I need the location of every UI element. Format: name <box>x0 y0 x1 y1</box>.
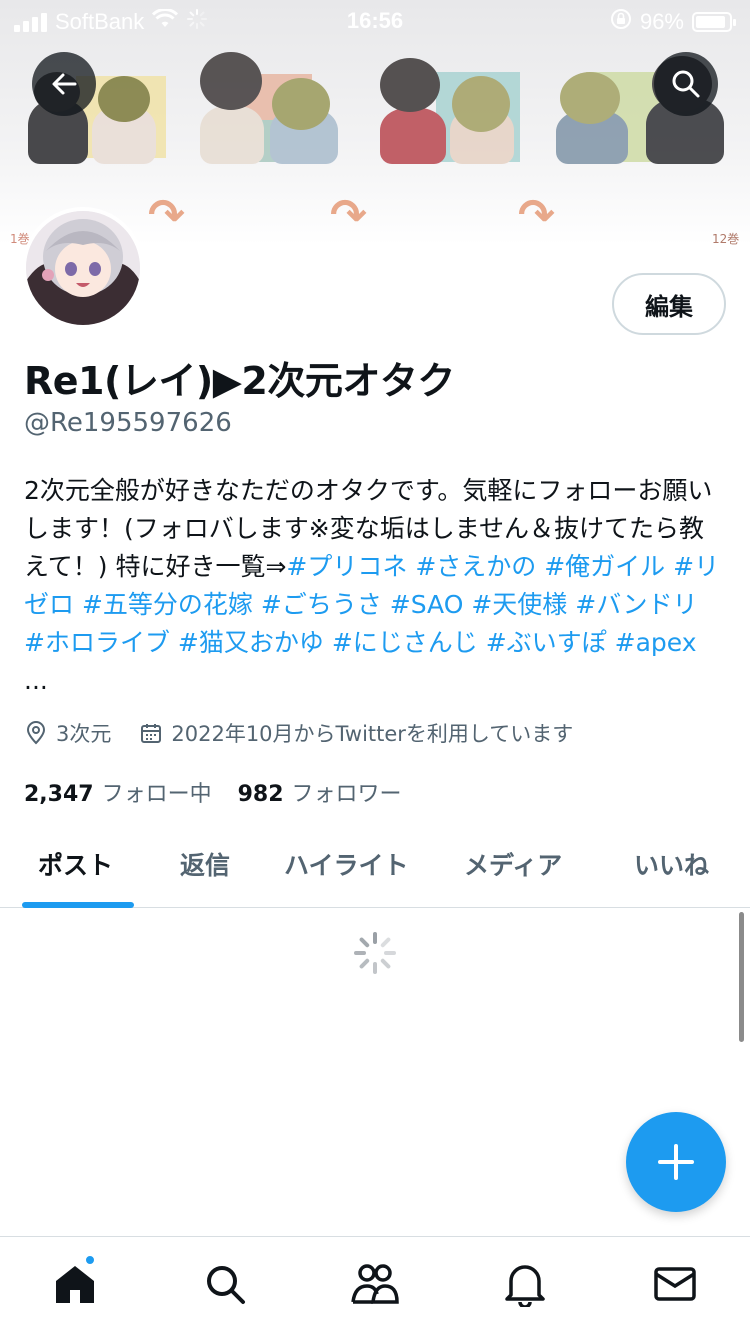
hashtag-link[interactable]: #apex <box>615 628 697 657</box>
nav-messages[interactable] <box>650 1259 700 1309</box>
scrollbar[interactable] <box>739 912 744 1042</box>
search-button[interactable] <box>654 52 718 116</box>
back-button[interactable] <box>32 52 96 116</box>
tab-posts[interactable]: ポスト <box>38 846 113 882</box>
hashtag-link[interactable]: #ごちうさ <box>261 590 382 619</box>
profile-meta: 3次元 2022年10月からTwitterを利用しています <box>24 718 601 748</box>
hashtag-link[interactable]: #天使様 <box>471 590 567 619</box>
tab-replies[interactable]: 返信 <box>180 846 230 882</box>
profile-tabs: ポスト 返信 ハイライト メディア いいね <box>0 820 750 908</box>
edit-profile-button[interactable]: 編集 <box>612 273 726 335</box>
calendar-icon <box>141 724 162 743</box>
banner-panel-2 <box>198 52 348 164</box>
profile-bio: 2次元全般が好きなただのオタクです。気軽にフォローお願いします！(フォロバします… <box>24 472 724 700</box>
hashtag-link[interactable]: #バンドリ <box>575 590 697 619</box>
search-icon <box>207 1266 245 1304</box>
tab-media[interactable]: メディア <box>464 846 562 882</box>
nav-communities[interactable] <box>350 1259 400 1309</box>
following-label[interactable]: フォロー中 <box>102 776 212 808</box>
battery-icon <box>692 12 736 32</box>
tab-highlights[interactable]: ハイライト <box>284 846 409 882</box>
mail-icon <box>654 1267 696 1301</box>
avatar[interactable] <box>22 207 144 329</box>
nav-notifications[interactable] <box>500 1259 550 1309</box>
loading-spinner-icon <box>354 932 396 974</box>
nav-home[interactable] <box>50 1259 100 1309</box>
user-handle: @Re195597626 <box>24 408 232 438</box>
location-pin-icon <box>26 721 46 745</box>
follow-stats: 2,347 フォロー中 982 フォロワー <box>24 776 428 808</box>
communities-icon <box>351 1264 399 1304</box>
plus-icon <box>658 1144 694 1180</box>
followers-count[interactable]: 982 <box>238 782 284 807</box>
bell-icon <box>505 1265 545 1307</box>
banner-arrow-2: ↷ <box>330 190 367 241</box>
banner-arrow-3: ↷ <box>518 190 555 241</box>
nav-search[interactable] <box>200 1259 250 1309</box>
location-text: 3次元 <box>56 722 112 746</box>
compose-post-button[interactable] <box>626 1112 726 1212</box>
bio-ellipsis: ... <box>24 666 48 695</box>
hashtag-link[interactable]: #SAO <box>390 590 464 619</box>
banner-panel-3 <box>380 58 530 164</box>
home-icon <box>56 1266 94 1303</box>
hashtag-link[interactable]: #猫又おかゆ <box>178 628 324 657</box>
join-date: 2022年10月からTwitterを利用しています <box>171 722 574 746</box>
hashtag-link[interactable]: #ぶいすぽ <box>486 628 607 657</box>
active-tab-indicator <box>22 902 134 908</box>
bottom-nav <box>0 1236 750 1334</box>
following-count[interactable]: 2,347 <box>24 782 94 807</box>
hashtag-link[interactable]: #五等分の花嫁 <box>82 590 253 619</box>
hashtag-link[interactable]: #さえかの <box>415 552 536 581</box>
search-icon <box>672 70 700 98</box>
battery-percent: 96% <box>639 9 684 34</box>
hashtag-link[interactable]: #俺ガイル <box>544 552 665 581</box>
hashtag-link[interactable]: #ホロライブ <box>24 628 170 657</box>
hashtag-link[interactable]: #プリコネ <box>286 552 407 581</box>
banner-arrow-1: ↷ <box>148 190 185 241</box>
orientation-lock-icon <box>610 8 632 36</box>
display-name: Re1(レイ)▶2次元オタク <box>24 359 455 403</box>
arrow-left-icon <box>52 73 77 95</box>
followers-label[interactable]: フォロワー <box>292 776 402 808</box>
tab-likes[interactable]: いいね <box>634 846 709 882</box>
status-bar: SoftBank 16:56 96% <box>0 0 750 40</box>
banner-volume-right: 12巻 <box>712 232 740 245</box>
home-notification-dot <box>84 1254 96 1266</box>
hashtag-link[interactable]: #にじさんじ <box>332 628 478 657</box>
